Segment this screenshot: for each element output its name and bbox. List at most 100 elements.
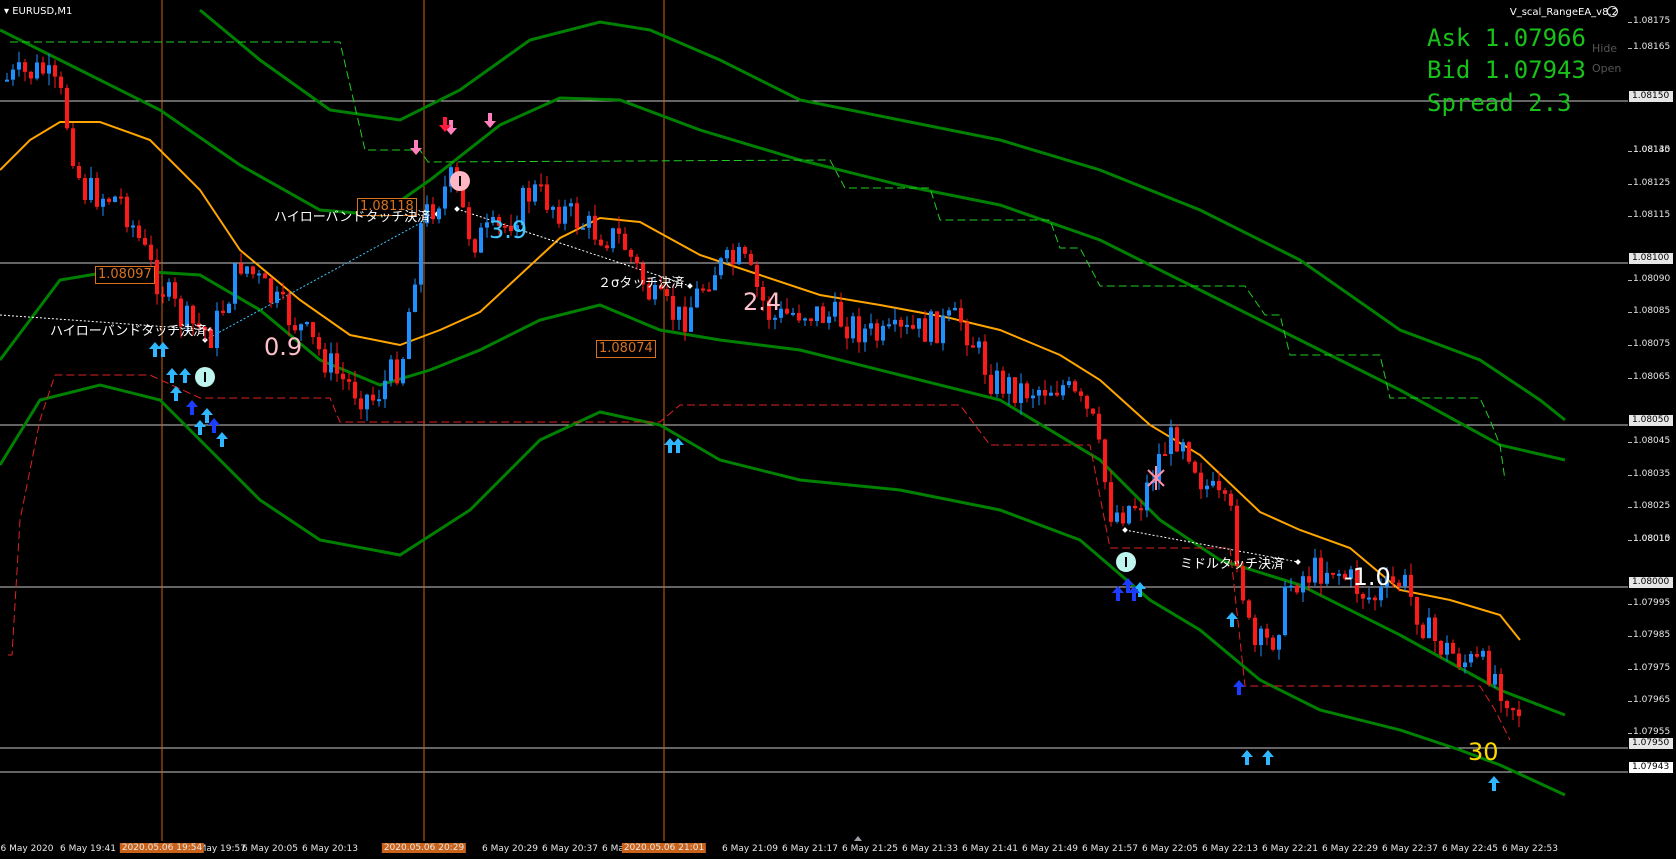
buy-arrow-icon <box>1241 750 1253 765</box>
candle-body <box>1061 385 1065 396</box>
price-tick <box>1628 216 1632 217</box>
candle-body <box>575 203 579 229</box>
candle-body <box>131 225 135 228</box>
buy-arrow-icon <box>1233 680 1245 695</box>
trade-connector <box>204 213 438 341</box>
candle-body <box>851 316 855 339</box>
price-tick-label: 1.08025 <box>1633 501 1671 511</box>
candle-body <box>137 225 141 238</box>
time-tick-label: 6 May 22:29 <box>1322 844 1378 854</box>
counter-label: 30 <box>1468 738 1499 766</box>
candle-body <box>263 273 267 279</box>
candle-body <box>29 71 33 79</box>
candle-body <box>377 399 381 402</box>
candle-body <box>239 263 243 274</box>
candle-body <box>875 323 879 341</box>
upper-band-1 <box>0 28 1566 462</box>
price-chart[interactable] <box>0 0 1628 841</box>
window-menu-icon[interactable]: ▾ <box>4 6 9 17</box>
candle-body <box>929 311 933 342</box>
candle-body <box>1277 635 1281 650</box>
sell-arrow-icon <box>484 113 496 128</box>
candle-body <box>1229 493 1233 506</box>
candle-body <box>1307 576 1311 583</box>
candle-body <box>1403 574 1407 587</box>
annotation-band-touch-2: ハイローバンドタッチ決済 <box>274 210 431 225</box>
price-tick-label: 1.07955 <box>1633 727 1671 737</box>
candle-body <box>731 249 735 265</box>
candle-body <box>845 326 849 339</box>
buy-arrow-icon <box>201 408 213 423</box>
candle-body <box>965 322 969 346</box>
candle-body <box>1295 585 1299 593</box>
candle-body <box>1145 482 1149 511</box>
dashed-high-level <box>10 41 1506 481</box>
buy-arrow-icon <box>672 438 684 453</box>
profit-label-4: -1.0 <box>1344 563 1391 591</box>
candle-body <box>347 379 351 382</box>
candle-body <box>803 318 807 321</box>
candle-body <box>353 381 357 399</box>
price-box-3: 1.08074 <box>596 340 656 358</box>
price-tick-label: 1.08115 <box>1633 210 1671 220</box>
candle-body <box>605 245 609 249</box>
candle-body <box>23 62 27 72</box>
candle-body <box>1289 585 1293 588</box>
time-axis[interactable]: 6 May 2020 6 May 19:41 6 May 19:57 6 May 20… <box>0 841 1628 859</box>
candle-body <box>419 223 423 285</box>
time-tick-label: 6 May 19:41 <box>60 844 116 854</box>
candle-body <box>1163 453 1167 456</box>
price-tick <box>1628 604 1632 605</box>
candle-body <box>479 227 483 253</box>
moving-average-line <box>0 121 1521 641</box>
buy-arrow-icon <box>664 438 676 453</box>
candle-body <box>1067 381 1071 386</box>
candle-body <box>713 275 717 291</box>
time-tick-label: 6 May 20:05 <box>242 844 298 854</box>
ea-smile-icon[interactable] <box>1607 6 1618 17</box>
price-tick <box>1628 312 1632 313</box>
price-tick-label: 1.08035 <box>1633 469 1671 479</box>
candle-body <box>821 306 825 323</box>
open-button[interactable]: Open <box>1592 62 1621 75</box>
candle-body <box>593 215 597 240</box>
candle-body <box>269 278 273 303</box>
buy-arrow-icon <box>157 342 169 357</box>
candle-body <box>1187 442 1191 462</box>
candle-body <box>275 291 279 303</box>
price-tick <box>1628 701 1632 702</box>
candle-body <box>1373 597 1377 601</box>
candle-body <box>797 312 801 321</box>
candle-body <box>995 370 999 394</box>
chart-window[interactable]: ▾ EURUSD,M1 V_scal_RangeEA_v8.2 Ask 1.07… <box>0 0 1676 859</box>
candle-body <box>773 317 777 320</box>
candle-body <box>893 319 897 325</box>
price-tick <box>1628 345 1632 346</box>
candle-body <box>107 198 111 202</box>
time-tick-label: 6 May 20:13 <box>302 844 358 854</box>
candle-body <box>299 324 303 331</box>
time-tick-label: 6 May 20:29 <box>482 844 538 854</box>
price-tick-label: 1.08175 <box>1633 16 1671 26</box>
price-tick-label: 1.08075 <box>1633 339 1671 349</box>
hide-button[interactable]: Hide <box>1592 42 1617 55</box>
candle-body <box>581 227 585 230</box>
price-tick-label: 1.08125 <box>1633 178 1671 188</box>
time-tick-label: 6 May 20:37 <box>542 844 598 854</box>
candle-body <box>71 128 75 167</box>
buy-arrow-icon <box>1226 612 1238 627</box>
candle-body <box>1463 662 1467 668</box>
candle-body <box>1271 637 1275 650</box>
candle-body <box>1325 572 1329 584</box>
candle-body <box>1001 370 1005 394</box>
candle-body <box>395 359 399 384</box>
price-axis[interactable]: 1.08175 1.08165 1.08140 1.08135 1.08125 1.081… <box>1628 0 1676 859</box>
candle-body <box>1481 650 1485 657</box>
candle-body <box>1361 593 1365 599</box>
candle-body <box>599 239 603 246</box>
candle-body <box>1091 408 1095 414</box>
candle-body <box>401 359 405 384</box>
cross-marker-icon <box>1147 466 1165 490</box>
candle-body <box>1337 573 1341 576</box>
candle-body <box>335 353 339 374</box>
